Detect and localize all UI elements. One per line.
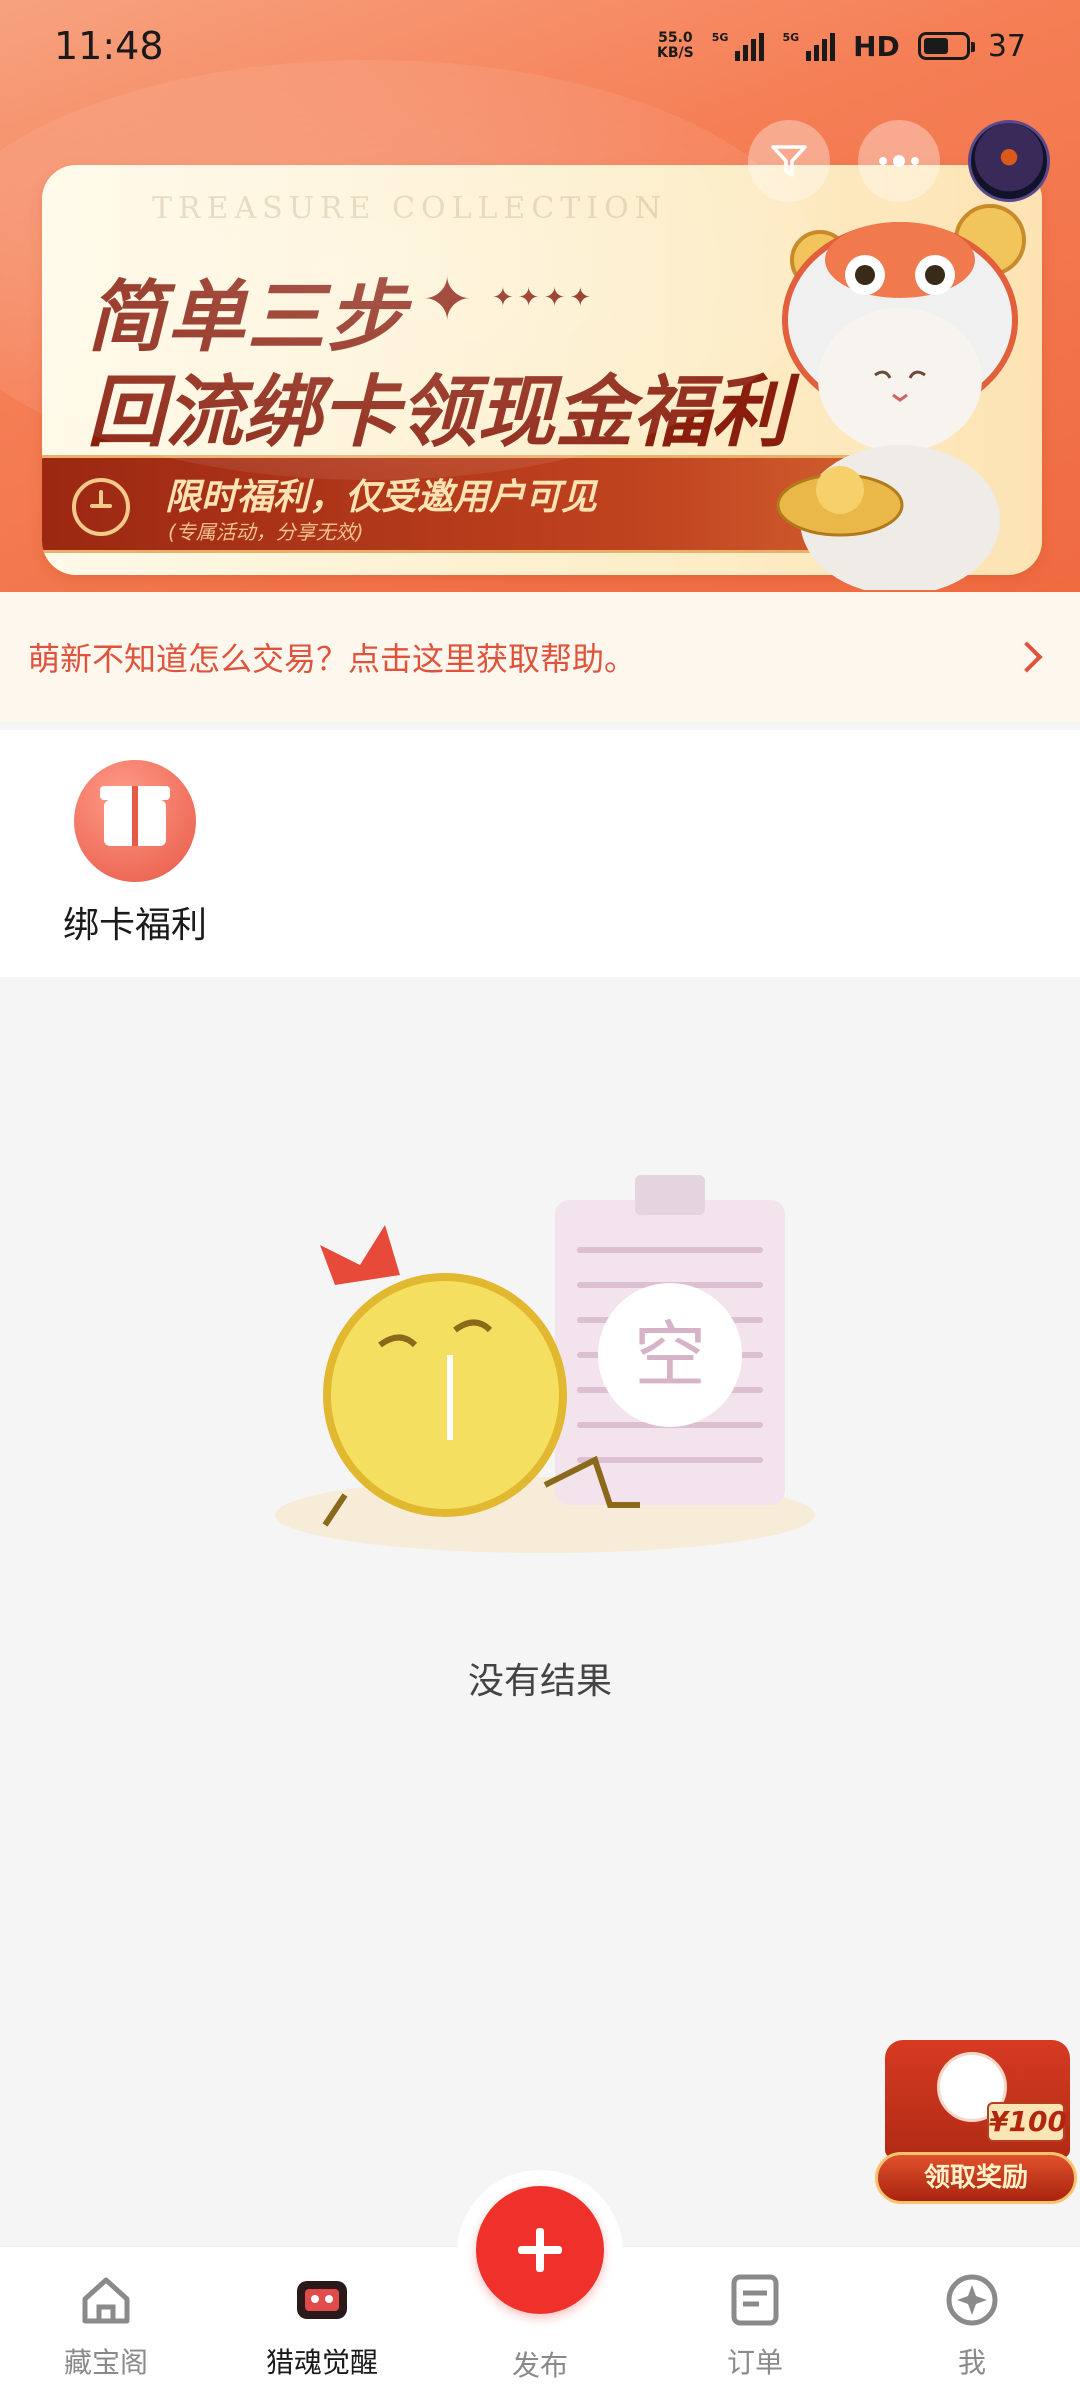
hd-label: HD — [853, 29, 900, 63]
ribbon-main-text: 限时福利，仅受邀用户可见 — [165, 477, 598, 518]
banner-watermark: TREASURE COLLECTION — [152, 191, 667, 226]
game-icon — [297, 2281, 347, 2319]
more-icon — [879, 155, 919, 167]
gift-icon — [74, 760, 196, 882]
banner-title-line2: 回流绑卡领现金福利 — [87, 368, 790, 458]
empty-state-text: 没有结果 — [467, 1661, 612, 1702]
tab-profile[interactable]: 我 — [882, 2271, 1062, 2381]
claim-reward-button[interactable]: 领取奖励 — [875, 2152, 1077, 2204]
tab-orders[interactable]: 订单 — [665, 2271, 845, 2381]
status-time: 11:48 — [54, 24, 164, 68]
help-text: 萌新不知道怎么交易？点击这里获取帮助。 — [28, 640, 637, 678]
cat-mascot-image — [776, 204, 1026, 590]
battery-level: 37 — [987, 28, 1026, 64]
tab-publish-label: 发布 — [511, 2349, 568, 2382]
filter-icon — [771, 145, 807, 177]
quick-entry-label: 绑卡福利 — [62, 905, 207, 946]
status-icons: 55.0 KB/S 5G 5G HD 37 — [657, 29, 1026, 64]
header-actions — [748, 120, 1050, 202]
empty-badge: 空 — [634, 1313, 706, 1397]
home-icon — [82, 2277, 130, 2324]
ribbon-sub-text: (专属活动，分享无效) — [168, 520, 364, 544]
quick-entry-bind-card[interactable]: 绑卡福利 — [55, 760, 215, 948]
timer-icon — [72, 478, 130, 536]
sparkle-dots-icon: ✦✦✦✦ — [492, 283, 596, 313]
reward-floating-badge[interactable]: ¥100 领取奖励 — [875, 2040, 1080, 2210]
user-avatar[interactable] — [968, 120, 1050, 202]
plus-icon — [518, 2228, 562, 2272]
filter-button[interactable] — [748, 120, 830, 202]
tab-home[interactable]: 藏宝阁 — [16, 2271, 196, 2381]
tab-game[interactable]: 猎魂觉醒 — [232, 2271, 412, 2381]
reward-amount: ¥100 — [987, 2102, 1067, 2142]
empty-state-illustration: 空 — [275, 1175, 815, 1553]
signal-icon-2: 5G — [782, 31, 836, 61]
publish-button[interactable] — [476, 2186, 604, 2314]
chevron-right-icon — [1011, 641, 1043, 673]
help-link-row[interactable]: 萌新不知道怎么交易？点击这里获取帮助。 — [0, 592, 1080, 722]
network-speed: 55.0 KB/S — [657, 30, 694, 61]
quick-entry-section: 绑卡福利 — [0, 722, 1080, 977]
header-banner-area: 11:48 55.0 KB/S 5G 5G HD 37 TREASURE COL… — [0, 0, 1080, 592]
battery-icon — [917, 32, 975, 60]
banner-title-line1: 简单三步 — [87, 273, 408, 363]
profile-icon — [946, 2274, 998, 2326]
sparkle-icon: ✦ — [422, 265, 473, 335]
status-bar: 11:48 55.0 KB/S 5G 5G HD 37 — [0, 0, 1080, 92]
signal-icon: 5G — [712, 31, 765, 61]
more-button[interactable] — [858, 120, 940, 202]
order-icon — [731, 2274, 779, 2326]
